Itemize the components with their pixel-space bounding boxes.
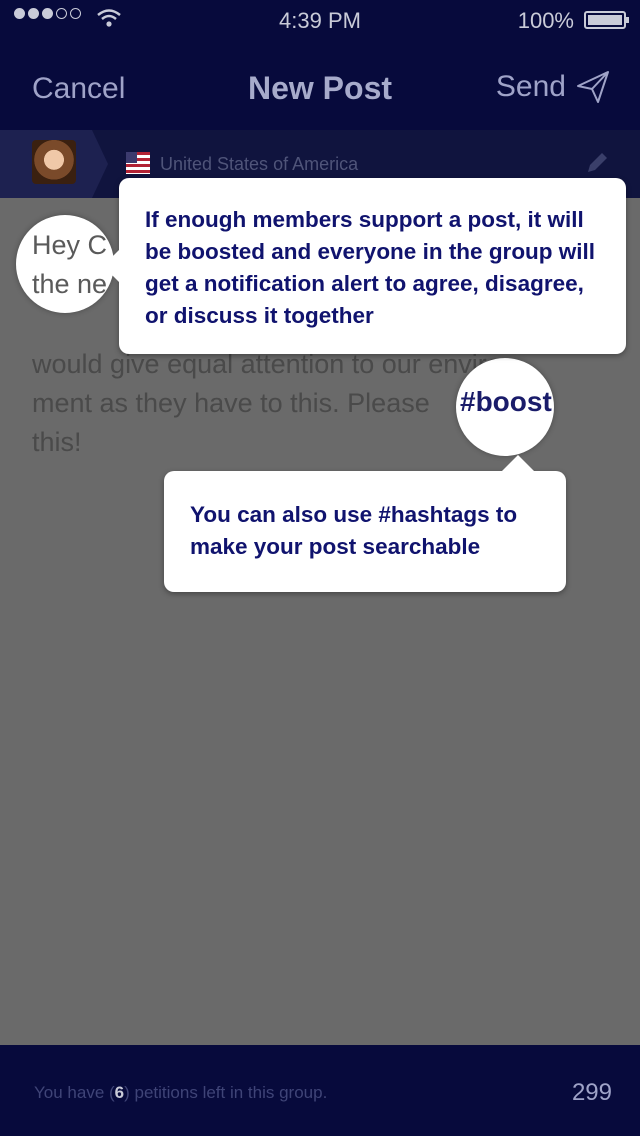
send-button[interactable]: Send: [496, 70, 610, 104]
paper-plane-icon: [577, 71, 609, 103]
navigation-bar: Cancel New Post Send: [0, 40, 640, 130]
petitions-left-count: 6: [114, 1083, 125, 1102]
avatar-arrow: [92, 130, 108, 198]
us-flag-icon: [126, 152, 150, 174]
avatar[interactable]: [32, 140, 76, 184]
composer-footer: You have (6) petitions left in this grou…: [0, 1045, 640, 1136]
send-label: Send: [495, 70, 566, 103]
post-text-fragment: Hey C: [32, 230, 108, 260]
petitions-left-note: You have (6) petitions left in this grou…: [34, 1083, 328, 1102]
tooltip-pointer: [103, 250, 119, 282]
tooltip-pointer: [502, 455, 534, 471]
spotlight-circle: Hey C the ne: [16, 215, 114, 313]
hashtag-spotlight: #boost: [456, 358, 554, 456]
hashtag-tooltip[interactable]: You can also use #hashtags to make your …: [164, 455, 566, 592]
country-label[interactable]: United States of America: [160, 154, 358, 175]
hashtag-tooltip-text: You can also use #hashtags to make your …: [190, 502, 518, 559]
status-bar: 4:39 PM 100%: [0, 0, 640, 40]
battery-icon: [584, 11, 629, 29]
boost-tooltip-text: If enough members support a post, it wil…: [145, 207, 596, 328]
post-text-fragment: the ne: [32, 269, 108, 299]
hashtag-boost: #boost: [460, 386, 552, 417]
boost-tooltip[interactable]: If enough members support a post, it wil…: [103, 178, 626, 354]
pencil-icon[interactable]: [584, 150, 610, 181]
battery-percentage: 100%: [517, 8, 574, 33]
character-count: 299: [571, 1079, 612, 1106]
